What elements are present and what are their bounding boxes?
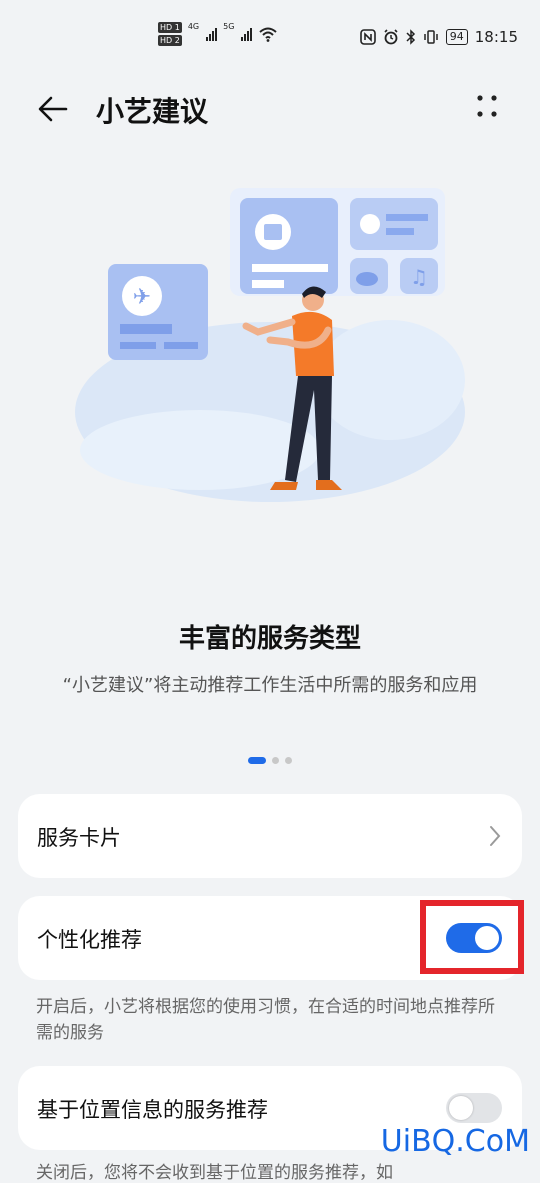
status-time: 18:15	[474, 28, 518, 46]
location-note: 关闭后，您将不会收到基于位置的服务推荐，如	[36, 1163, 393, 1183]
carousel-description: “小艺建议”将主动推荐工作生活中所需的服务和应用	[62, 675, 478, 696]
page-indicator[interactable]	[0, 757, 540, 764]
system-indicators: 94 18:15	[359, 28, 518, 46]
location-toggle[interactable]	[446, 1093, 502, 1123]
network-indicators: HD 1 HD 2 4G 5G	[158, 22, 278, 46]
wifi-icon	[259, 27, 278, 42]
watermark-text: UiBQ.CoM	[380, 1124, 530, 1159]
more-options-icon[interactable]	[472, 92, 502, 122]
wallet-widget	[240, 198, 338, 294]
page-dot-1[interactable]	[248, 757, 266, 764]
network-type-1: 4G	[187, 22, 200, 31]
service-cards-row[interactable]: 服务卡片	[18, 794, 522, 878]
page-dot-2[interactable]	[272, 757, 279, 764]
chevron-right-icon	[490, 826, 501, 846]
hd2-badge: HD 2	[158, 35, 182, 46]
back-arrow-icon[interactable]	[36, 92, 70, 126]
service-types-illustration: ♫ ✈	[75, 188, 465, 502]
battery-level: 94	[445, 29, 468, 45]
hd-indicators: HD 1 HD 2	[158, 22, 182, 46]
personalized-label: 个性化推荐	[37, 928, 142, 952]
app-bar: 小艺建议	[0, 82, 540, 134]
service-cards-label: 服务卡片	[37, 826, 121, 850]
personalized-note: 开启后，小艺将根据您的使用习惯，在合适的时间地点推荐所需的服务	[36, 997, 495, 1043]
page-title: 小艺建议	[96, 95, 209, 128]
signal-icon-2	[241, 27, 253, 41]
signal-icon-1	[206, 27, 218, 41]
bluetooth-icon	[406, 29, 415, 45]
vibrate-icon	[424, 30, 438, 44]
carousel-title: 丰富的服务类型	[178, 624, 361, 654]
hd1-badge: HD 1	[158, 22, 182, 33]
network-type-2: 5G	[223, 22, 235, 31]
svg-text:♫: ♫	[410, 265, 428, 289]
page-dot-3[interactable]	[285, 757, 292, 764]
status-bar: HD 1 HD 2 4G 5G 94 18:15	[0, 0, 540, 80]
nfc-icon	[359, 29, 376, 45]
svg-text:✈: ✈	[133, 285, 151, 310]
toggle-knob	[449, 1096, 473, 1120]
highlight-annotation	[420, 900, 524, 974]
alarm-icon	[384, 29, 398, 45]
location-label: 基于位置信息的服务推荐	[37, 1098, 268, 1122]
